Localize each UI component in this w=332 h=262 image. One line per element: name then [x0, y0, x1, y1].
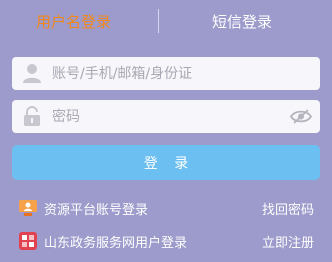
login-button[interactable]: 登 录 [12, 145, 320, 180]
lock-icon [24, 106, 40, 126]
login-tabs: 用户名登录 短信登录 [0, 0, 332, 44]
password-input[interactable] [52, 100, 282, 133]
register-link[interactable]: 立即注册 [262, 232, 314, 251]
gov-login-row: 山东政务服务网用户登录 立即注册 [0, 229, 332, 253]
account-input[interactable] [52, 57, 282, 90]
tab-sms-login[interactable]: 短信登录 [212, 12, 272, 32]
forgot-password-link[interactable]: 找回密码 [262, 199, 314, 218]
resource-platform-login-link[interactable]: 资源平台账号登录 [44, 199, 148, 218]
account-field [12, 57, 320, 90]
user-icon [23, 64, 41, 83]
gov-service-icon [19, 232, 37, 250]
tab-divider [158, 9, 159, 33]
password-field [12, 100, 320, 133]
eye-off-icon[interactable] [290, 108, 312, 125]
shandong-gov-login-link[interactable]: 山东政务服务网用户登录 [44, 232, 187, 251]
resource-platform-icon [19, 200, 37, 216]
resource-login-row: 资源平台账号登录 找回密码 [0, 196, 332, 220]
tab-username-login[interactable]: 用户名登录 [36, 12, 111, 32]
